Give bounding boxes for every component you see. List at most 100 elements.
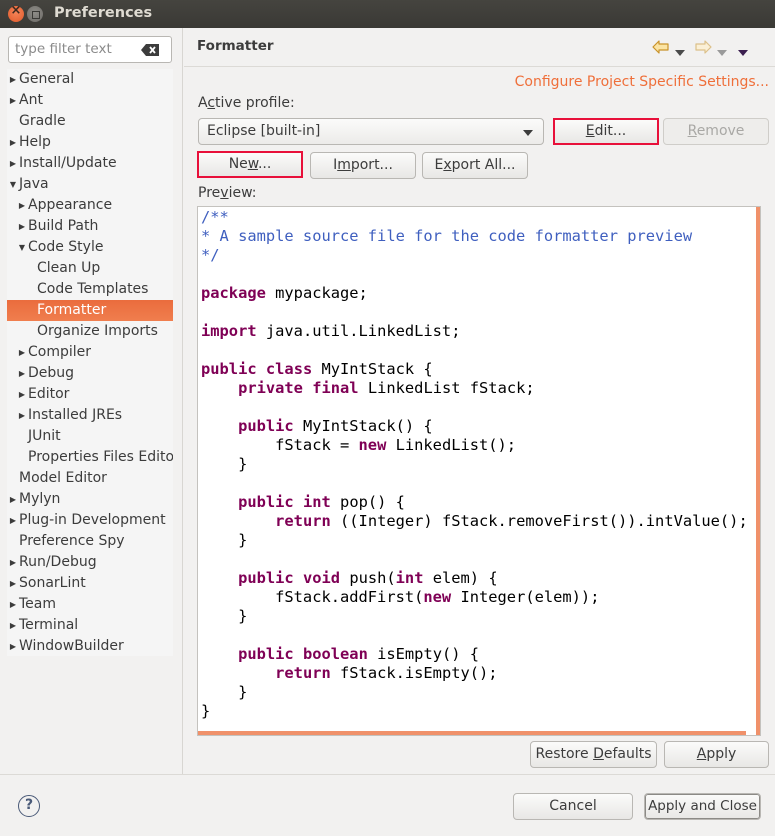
code-text: } <box>201 531 248 549</box>
filter-field[interactable] <box>8 36 172 63</box>
tree-item-sonarlint[interactable]: ▶ SonarLint <box>7 573 173 594</box>
tree-item-preference-spy[interactable]: Preference Spy <box>7 531 173 552</box>
help-icon[interactable]: ? <box>18 795 40 817</box>
close-window-button[interactable] <box>8 3 24 22</box>
tree-item-label: Install/Update <box>19 155 117 171</box>
collapsed-twisty-icon[interactable]: ▶ <box>9 573 17 594</box>
tree-item-debug[interactable]: ▶ Debug <box>7 363 173 384</box>
tree-item-label: Model Editor <box>19 470 107 486</box>
code-line: return ((Integer) fStack.removeFirst()).… <box>201 512 748 531</box>
collapsed-twisty-icon[interactable]: ▶ <box>9 636 17 656</box>
code-text: Integer(elem)); <box>451 588 600 606</box>
collapsed-twisty-icon[interactable]: ▶ <box>9 90 17 111</box>
code-line: return fStack.isEmpty(); <box>201 664 748 683</box>
tree-item-help[interactable]: ▶ Help <box>7 132 173 153</box>
tree-item-formatter[interactable]: Formatter <box>7 300 173 321</box>
tree-item-label: Editor <box>28 386 70 402</box>
collapsed-twisty-icon[interactable]: ▶ <box>18 216 26 237</box>
code-line: private final LinkedList fStack; <box>201 379 748 398</box>
tree-item-label: Java <box>19 176 49 192</box>
maximize-window-button[interactable] <box>27 6 43 22</box>
tree-item-installed-jres[interactable]: ▶ Installed JREs <box>7 405 173 426</box>
forward-arrow-icon[interactable] <box>694 40 712 58</box>
active-profile-select[interactable]: Eclipse [built-in] <box>198 118 544 145</box>
vertical-scrollbar[interactable] <box>756 207 760 735</box>
configure-project-settings-link[interactable]: Configure Project Specific Settings... <box>515 74 769 90</box>
collapsed-twisty-icon[interactable]: ▶ <box>18 342 26 363</box>
tree-item-mylyn[interactable]: ▶ Mylyn <box>7 489 173 510</box>
tree-item-label: Appearance <box>28 197 113 213</box>
tree-item-junit[interactable]: JUnit <box>7 426 173 447</box>
filter-input[interactable] <box>15 41 140 57</box>
tree-item-gradle[interactable]: Gradle <box>7 111 173 132</box>
tree-item-label: Code Templates <box>37 281 149 297</box>
collapsed-twisty-icon[interactable]: ▶ <box>9 132 17 153</box>
restore-defaults-button[interactable]: Restore Defaults <box>530 741 657 768</box>
code-line: public boolean isEmpty() { <box>201 645 748 664</box>
tree-item-windowbuilder[interactable]: ▶ WindowBuilder <box>7 636 173 656</box>
tree-item-label: JUnit <box>28 428 61 444</box>
horizontal-scrollbar[interactable] <box>198 731 746 735</box>
collapsed-twisty-icon[interactable]: ▶ <box>18 384 26 405</box>
tree-item-label: Clean Up <box>37 260 101 276</box>
expanded-twisty-icon[interactable]: ▼ <box>9 174 17 195</box>
tree-item-label: Plug-in Development <box>19 512 166 528</box>
tree-item-properties-files-edito[interactable]: Properties Files Edito <box>7 447 173 468</box>
export-all-button[interactable]: Export All... <box>422 152 528 179</box>
tree-item-editor[interactable]: ▶ Editor <box>7 384 173 405</box>
preferences-tree[interactable]: ▶ General ▶ Ant Gradle ▶ Help ▶ Install/Update ▼ J… <box>7 69 173 656</box>
tree-item-code-style[interactable]: ▼ Code Style <box>7 237 173 258</box>
tree-item-java[interactable]: ▼ Java <box>7 174 173 195</box>
code-line: /** <box>201 208 748 227</box>
expanded-twisty-icon[interactable]: ▼ <box>18 237 26 258</box>
collapsed-twisty-icon[interactable]: ▶ <box>18 363 26 384</box>
remove-profile-button[interactable]: Remove <box>663 118 769 145</box>
collapsed-twisty-icon[interactable]: ▶ <box>18 405 26 426</box>
tree-item-general[interactable]: ▶ General <box>7 69 173 90</box>
tree-item-build-path[interactable]: ▶ Build Path <box>7 216 173 237</box>
view-menu-icon[interactable] <box>738 44 748 60</box>
tree-item-appearance[interactable]: ▶ Appearance <box>7 195 173 216</box>
tree-item-clean-up[interactable]: Clean Up <box>7 258 173 279</box>
forward-dropdown-icon[interactable] <box>717 44 727 60</box>
import-profile-button[interactable]: Import... <box>310 152 416 179</box>
collapsed-twisty-icon[interactable]: ▶ <box>9 552 17 573</box>
collapsed-twisty-icon[interactable]: ▶ <box>9 69 17 90</box>
collapsed-twisty-icon[interactable]: ▶ <box>9 153 17 174</box>
code-keyword: void <box>302 569 341 587</box>
tree-item-compiler[interactable]: ▶ Compiler <box>7 342 173 363</box>
code-comment: /** <box>201 208 229 226</box>
new-profile-button[interactable]: New... <box>197 151 303 178</box>
tree-item-install-update[interactable]: ▶ Install/Update <box>7 153 173 174</box>
code-text: mypackage; <box>265 284 368 302</box>
tree-item-run-debug[interactable]: ▶ Run/Debug <box>7 552 173 573</box>
code-text: elem) { <box>423 569 498 587</box>
back-dropdown-icon[interactable] <box>675 44 685 60</box>
apply-and-close-button[interactable]: Apply and Close <box>644 793 761 820</box>
tree-item-terminal[interactable]: ▶ Terminal <box>7 615 173 636</box>
tree-item-plug-in-development[interactable]: ▶ Plug-in Development <box>7 510 173 531</box>
collapsed-twisty-icon[interactable]: ▶ <box>9 489 17 510</box>
back-arrow-icon[interactable] <box>652 40 670 58</box>
collapsed-twisty-icon[interactable]: ▶ <box>9 594 17 615</box>
code-keyword: import <box>201 322 257 340</box>
tree-item-code-templates[interactable]: Code Templates <box>7 279 173 300</box>
code-text: LinkedList(); <box>386 436 517 454</box>
collapsed-twisty-icon[interactable]: ▶ <box>18 195 26 216</box>
cancel-button[interactable]: Cancel <box>513 793 633 820</box>
tree-item-team[interactable]: ▶ Team <box>7 594 173 615</box>
apply-button[interactable]: Apply <box>664 741 769 768</box>
clear-filter-icon[interactable] <box>141 44 159 56</box>
tree-item-ant[interactable]: ▶ Ant <box>7 90 173 111</box>
collapsed-twisty-icon[interactable]: ▶ <box>9 510 17 531</box>
edit-profile-button[interactable]: Edit... <box>553 118 659 145</box>
tree-item-model-editor[interactable]: Model Editor <box>7 468 173 489</box>
tree-item-organize-imports[interactable]: Organize Imports <box>7 321 173 342</box>
code-preview[interactable]: /** * A sample source file for the code f… <box>197 206 761 736</box>
collapsed-twisty-icon[interactable]: ▶ <box>9 615 17 636</box>
